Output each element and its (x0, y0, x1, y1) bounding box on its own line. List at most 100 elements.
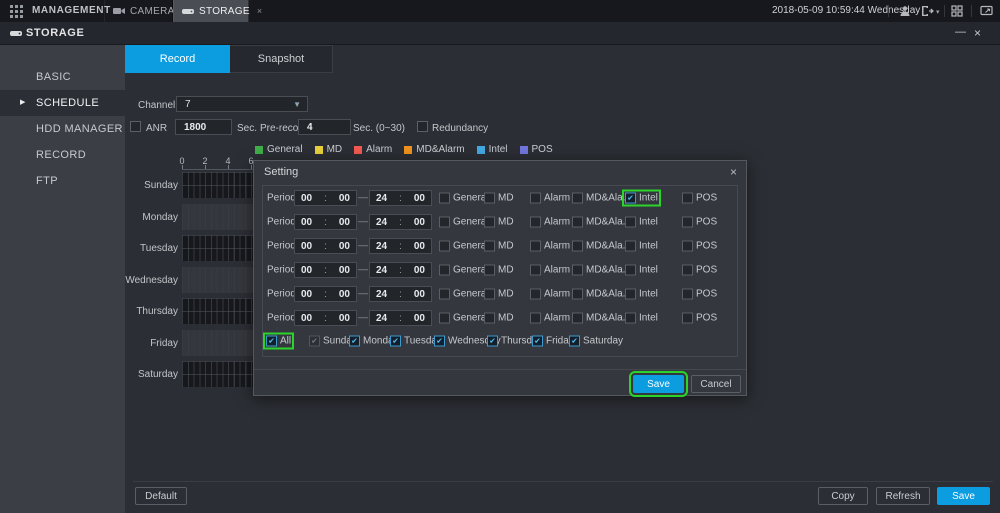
general-checkbox[interactable] (439, 217, 450, 228)
intel-checkbox[interactable]: ✔ (625, 193, 636, 204)
top-bar: MANAGEMENT CAMERA × STORAGE × 2018-05-09… (0, 0, 1000, 22)
sidebar-item-schedule[interactable]: ▶SCHEDULE (0, 90, 125, 116)
checkbox-group-pos: POS (682, 313, 717, 324)
sidebar-item-ftp[interactable]: FTP (0, 168, 125, 194)
md-checkbox[interactable] (484, 313, 495, 324)
intel-checkbox[interactable] (625, 265, 636, 276)
period5-end-field[interactable]: 24:00 (369, 286, 432, 302)
md-ala-checkbox[interactable] (572, 217, 583, 228)
alarm-checkbox[interactable] (530, 217, 541, 228)
tab-storage[interactable]: STORAGE × (173, 0, 249, 22)
apps-menu-icon[interactable] (10, 5, 23, 18)
period2-end-field[interactable]: 24:00 (369, 214, 432, 230)
time-colon: : (324, 241, 327, 252)
day-label-tuesday: Tuesday (125, 243, 178, 254)
alarm-checkbox[interactable] (530, 313, 541, 324)
hour-value: 00 (301, 265, 312, 276)
period6-start-field[interactable]: 00:00 (294, 310, 357, 326)
check-icon: ✔ (268, 337, 275, 345)
checkbox-group-md: MD (484, 313, 514, 324)
dialog-cancel-button[interactable]: Cancel (691, 375, 741, 393)
checkbox-label: MD (498, 289, 514, 300)
md-checkbox[interactable] (484, 193, 495, 204)
period4-start-field[interactable]: 00:00 (294, 262, 357, 278)
md-ala-checkbox[interactable] (572, 265, 583, 276)
checkbox-label: POS (696, 217, 717, 228)
pos-checkbox[interactable] (682, 241, 693, 252)
md-checkbox[interactable] (484, 265, 495, 276)
alarm-checkbox[interactable] (530, 265, 541, 276)
sidebar-items: BASIC▶SCHEDULEHDD MANAGERRECORDFTP (0, 45, 125, 194)
general-checkbox[interactable] (439, 265, 450, 276)
tuesday-checkbox[interactable]: ✔ (390, 336, 401, 347)
general-checkbox[interactable] (439, 193, 450, 204)
md-checkbox[interactable] (484, 241, 495, 252)
monday-checkbox[interactable]: ✔ (349, 336, 360, 347)
wednesday-checkbox[interactable]: ✔ (434, 336, 445, 347)
intel-checkbox[interactable] (625, 241, 636, 252)
save-button[interactable]: Save (937, 487, 990, 505)
pos-checkbox[interactable] (682, 193, 693, 204)
tab-camera[interactable]: CAMERA × (104, 0, 173, 22)
all-checkbox[interactable]: ✔ (266, 336, 277, 347)
thursday-checkbox[interactable]: ✔ (487, 336, 498, 347)
pos-checkbox[interactable] (682, 217, 693, 228)
grid-view-icon[interactable] (950, 4, 964, 18)
general-checkbox[interactable] (439, 313, 450, 324)
checkbox-group-friday: ✔Friday (532, 336, 574, 347)
refresh-button[interactable]: Refresh (876, 487, 930, 505)
sunday-checkbox[interactable]: ✔ (309, 336, 320, 347)
tab-close-icon[interactable]: × (257, 6, 263, 16)
md-ala-checkbox[interactable] (572, 313, 583, 324)
intel-checkbox[interactable] (625, 217, 636, 228)
pos-checkbox[interactable] (682, 265, 693, 276)
period4-end-field[interactable]: 24:00 (369, 262, 432, 278)
close-button[interactable]: × (974, 26, 981, 40)
md-ala-checkbox[interactable] (572, 193, 583, 204)
saturday-checkbox[interactable]: ✔ (569, 336, 580, 347)
intel-checkbox[interactable] (625, 313, 636, 324)
alarm-checkbox[interactable] (530, 289, 541, 300)
period3-start-field[interactable]: 00:00 (294, 238, 357, 254)
minimize-button[interactable]: — (955, 26, 966, 38)
dialog-close-icon[interactable]: × (730, 165, 737, 179)
period6-end-field[interactable]: 24:00 (369, 310, 432, 326)
screen-expand-icon[interactable] (979, 4, 993, 18)
general-checkbox[interactable] (439, 289, 450, 300)
sidebar-item-record[interactable]: RECORD (0, 142, 125, 168)
sidebar-item-hdd-manager[interactable]: HDD MANAGER (0, 116, 125, 142)
alarm-checkbox[interactable] (530, 193, 541, 204)
period-row: Period200:00—24:00GeneralMDAlarmMD&Ala..… (263, 210, 737, 234)
user-icon[interactable] (898, 4, 912, 18)
checkbox-label: Alarm (544, 193, 570, 204)
sidebar-item-basic[interactable]: BASIC (0, 64, 125, 90)
logout-icon[interactable] (920, 4, 934, 18)
pos-checkbox[interactable] (682, 313, 693, 324)
intel-checkbox[interactable] (625, 289, 636, 300)
default-button[interactable]: Default (135, 487, 187, 505)
md-ala-checkbox[interactable] (572, 289, 583, 300)
period5-start-field[interactable]: 00:00 (294, 286, 357, 302)
checkbox-group-intel: Intel (625, 313, 658, 324)
divider (133, 481, 993, 482)
period2-start-field[interactable]: 00:00 (294, 214, 357, 230)
pos-checkbox[interactable] (682, 289, 693, 300)
friday-checkbox[interactable]: ✔ (532, 336, 543, 347)
range-dash: — (358, 193, 368, 204)
management-menu[interactable]: MANAGEMENT (32, 5, 111, 16)
period1-start-field[interactable]: 00:00 (294, 190, 357, 206)
period3-end-field[interactable]: 24:00 (369, 238, 432, 254)
checkbox-label: MD (498, 241, 514, 252)
checkbox-group-alarm: Alarm (530, 193, 570, 204)
window-title-bar: STORAGE — × (0, 22, 1000, 45)
md-ala-checkbox[interactable] (572, 241, 583, 252)
general-checkbox[interactable] (439, 241, 450, 252)
md-checkbox[interactable] (484, 217, 495, 228)
copy-button[interactable]: Copy (818, 487, 868, 505)
dialog-save-button[interactable]: Save (633, 375, 684, 393)
alarm-checkbox[interactable] (530, 241, 541, 252)
period-row: Period500:00—24:00GeneralMDAlarmMD&Ala..… (263, 282, 737, 306)
md-checkbox[interactable] (484, 289, 495, 300)
period1-end-field[interactable]: 24:00 (369, 190, 432, 206)
checkbox-group-general: General (439, 289, 489, 300)
